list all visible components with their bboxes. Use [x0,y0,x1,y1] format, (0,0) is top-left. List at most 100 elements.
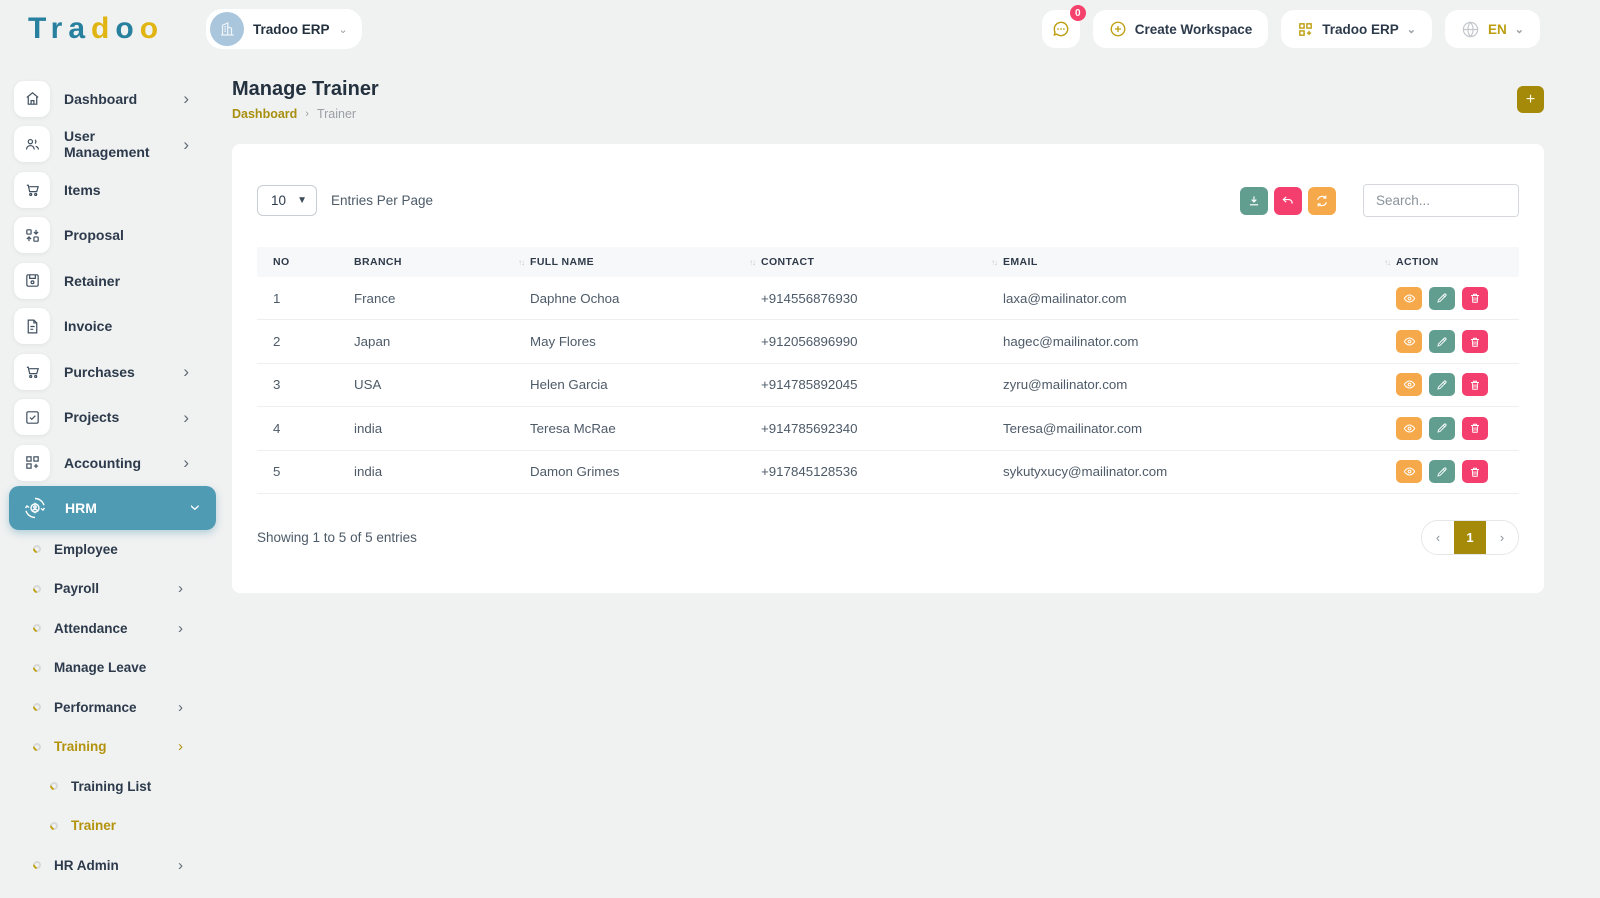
logo: Tradoo [28,12,206,46]
topbar-actions: 0 Create Workspace Tradoo ERP ⌄ EN ⌄ [1042,10,1540,48]
sort-icon[interactable]: ↑↓ [749,258,755,267]
bullet-icon [31,702,42,713]
cell-no: 3 [257,377,354,392]
erp-switcher-button[interactable]: Tradoo ERP ⌄ [1281,10,1432,48]
cell-branch: USA [354,377,530,392]
sidebar-item-training-list[interactable]: Training List [0,767,225,807]
sidebar-item-projects[interactable]: Projects › [0,395,225,441]
sidebar-item-performance[interactable]: Performance › [0,688,225,728]
column-header-contact[interactable]: CONTACT↑↓ [761,256,1003,268]
view-button[interactable] [1396,287,1422,310]
document-icon [14,308,50,344]
workspace-selector[interactable]: Tradoo ERP ⌄ [206,9,362,49]
chat-icon [1051,19,1071,39]
chevron-right-icon: › [178,621,183,636]
sidebar-item-purchases[interactable]: Purchases › [0,349,225,395]
view-button[interactable] [1396,373,1422,396]
trash-icon [1469,466,1481,478]
next-page-button[interactable]: › [1486,521,1518,554]
chevron-down-icon: ⌄ [1515,23,1524,36]
view-button[interactable] [1396,460,1422,483]
sidebar-item-user-management[interactable]: User Management › [0,122,225,168]
entries-per-page-select[interactable]: 10 ▼ [257,185,317,216]
eye-icon [1403,422,1416,435]
export-button[interactable] [1240,187,1268,215]
sidebar-item-items[interactable]: Items [0,167,225,213]
cell-no: 2 [257,334,354,349]
edit-button[interactable] [1429,460,1455,483]
chevron-right-icon: › [183,90,189,107]
sidebar-item-payroll[interactable]: Payroll › [0,569,225,609]
column-header-branch[interactable]: BRANCH↑↓ [354,256,530,268]
cell-full-name: Daphne Ochoa [530,291,761,306]
table-row: 2 Japan May Flores +912056896990 hagec@m… [257,320,1519,363]
column-header-email[interactable]: EMAIL↑↓ [1003,256,1396,268]
sidebar-item-manage-leave[interactable]: Manage Leave [0,648,225,688]
sidebar-item-attendance[interactable]: Attendance › [0,609,225,649]
edit-button[interactable] [1429,373,1455,396]
workspace-avatar [210,12,244,46]
delete-button[interactable] [1462,373,1488,396]
breadcrumb: Dashboard › Trainer [232,107,379,121]
page-title: Manage Trainer [232,78,379,101]
pagination: ‹ 1 › [1421,520,1519,555]
breadcrumb-current: Trainer [317,107,356,121]
breadcrumb-dashboard-link[interactable]: Dashboard [232,107,297,121]
sidebar-item-hr-admin[interactable]: HR Admin › [0,846,225,886]
users-icon [14,126,50,162]
sidebar-item-trainer[interactable]: Trainer [0,806,225,846]
sidebar-item-invoice[interactable]: Invoice [0,304,225,350]
bullet-icon [31,860,42,871]
add-trainer-button[interactable]: + [1517,86,1544,113]
trash-icon [1469,422,1481,434]
create-workspace-button[interactable]: Create Workspace [1093,10,1269,48]
column-header-action: ACTION [1396,256,1519,268]
swap-icon [14,217,50,253]
bullet-icon [31,741,42,752]
cell-contact: +914785892045 [761,377,1003,392]
sidebar-item-proposal[interactable]: Proposal [0,213,225,259]
previous-page-button[interactable]: ‹ [1422,521,1454,554]
sort-icon[interactable]: ↑↓ [1384,258,1390,267]
view-button[interactable] [1396,417,1422,440]
sidebar-item-dashboard[interactable]: Dashboard › [0,76,225,122]
column-header-full-name[interactable]: FULL NAME↑↓ [530,256,761,268]
chevron-down-icon: ▼ [297,195,307,206]
cell-branch: Japan [354,334,530,349]
undo-button[interactable] [1274,187,1302,215]
sidebar: Dashboard › User Management › Items Prop… [0,58,225,898]
table-controls: 10 ▼ Entries Per Page [257,184,1519,217]
bullet-icon [31,623,42,634]
edit-button[interactable] [1429,330,1455,353]
edit-button[interactable] [1429,287,1455,310]
sidebar-item-accounting[interactable]: Accounting › [0,440,225,486]
chevron-right-icon: › [178,739,183,754]
language-selector[interactable]: EN ⌄ [1445,10,1540,48]
sort-icon[interactable]: ↑↓ [991,258,997,267]
cell-no: 4 [257,421,354,436]
delete-button[interactable] [1462,460,1488,483]
delete-button[interactable] [1462,287,1488,310]
building-icon [218,20,236,38]
delete-button[interactable] [1462,417,1488,440]
grid-plus-icon [1297,21,1314,38]
edit-button[interactable] [1429,417,1455,440]
search-input[interactable] [1363,184,1519,217]
sidebar-item-training[interactable]: Training › [0,727,225,767]
eye-icon [1403,465,1416,478]
refresh-button[interactable] [1308,187,1336,215]
sidebar-item-employee[interactable]: Employee [0,530,225,570]
table-row: 5 india Damon Grimes +917845128536 sykut… [257,451,1519,494]
sort-icon[interactable]: ↑↓ [518,258,524,267]
chat-button[interactable]: 0 [1042,10,1080,48]
trash-icon [1469,379,1481,391]
delete-button[interactable] [1462,330,1488,353]
checkbox-icon [14,399,50,435]
sidebar-item-retainer[interactable]: Retainer [0,258,225,304]
table-row: 3 USA Helen Garcia +914785892045 zyru@ma… [257,364,1519,407]
current-page-button[interactable]: 1 [1454,521,1486,554]
view-button[interactable] [1396,330,1422,353]
refresh-icon [1315,194,1329,208]
create-workspace-label: Create Workspace [1135,22,1253,37]
sidebar-item-hrm[interactable]: HRM › [9,486,216,530]
